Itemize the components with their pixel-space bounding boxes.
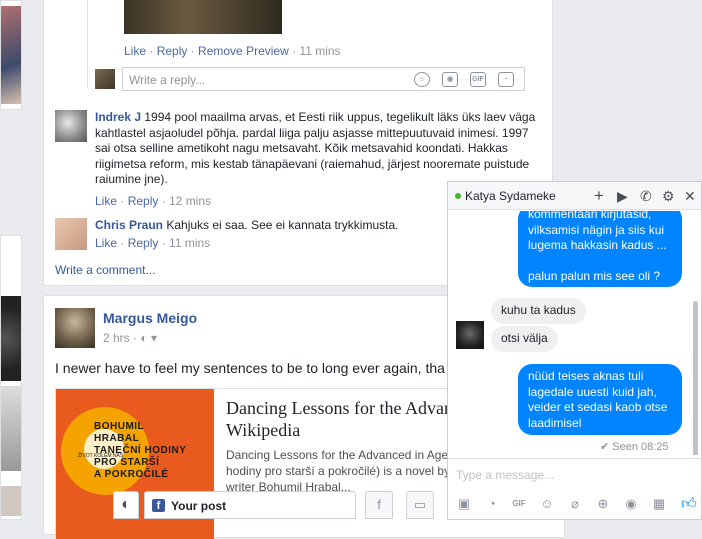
chat-contact-name[interactable]: Katya Sydameke xyxy=(465,189,556,203)
like-thumb-icon[interactable]: 👍︎ xyxy=(681,496,697,512)
seen-status: ✔ Seen 08:25 xyxy=(600,440,669,453)
seen-text: Seen 08:25 xyxy=(612,441,669,453)
left-card-bottom xyxy=(0,235,22,520)
facebook-icon: f xyxy=(152,499,165,512)
photo-icon[interactable]: ▣ xyxy=(456,496,472,512)
message-input[interactable]: Type a message... xyxy=(448,458,701,488)
check-icon: ✔ xyxy=(600,441,610,453)
reply-link[interactable]: Reply xyxy=(128,236,159,250)
sticker-icon[interactable]: ◔ xyxy=(484,496,500,512)
your-post-tab[interactable]: f Your post xyxy=(144,491,356,519)
comment-actions: Like · Reply · 11 mins xyxy=(95,236,211,250)
like-link[interactable]: Like xyxy=(124,44,146,58)
like-link[interactable]: Like xyxy=(95,194,117,208)
gear-icon[interactable]: ⚙ xyxy=(662,188,675,204)
notifications-globe-icon[interactable]: ◐ xyxy=(113,491,139,519)
comment-actions: Like · Reply · 12 mins xyxy=(95,194,212,208)
camera-icon[interactable]: ◉ xyxy=(623,496,639,512)
reply-link[interactable]: Reply xyxy=(128,194,159,208)
attachment-icon[interactable]: ⌀ xyxy=(567,496,583,512)
comment-time: 11 mins xyxy=(299,44,341,58)
reply-row: Write a reply... ☺ ◉ GIF ◔ xyxy=(95,67,526,91)
post-time[interactable]: 2 hrs xyxy=(103,331,130,345)
comment-time: 11 mins xyxy=(169,236,211,250)
gif-icon[interactable]: GIF xyxy=(511,496,527,512)
comment-time: 12 mins xyxy=(169,194,212,208)
message-list[interactable]: kommentaari kirjutasid, vilksamisi nägin… xyxy=(448,211,701,455)
video-call-icon[interactable]: ▶ xyxy=(617,188,628,204)
sticker-icon[interactable]: ◔ xyxy=(498,72,514,87)
chat-toolbar: ▣ ◔ GIF ☺ ⌀ ⊕ ◉ ▦ 👍︎ xyxy=(448,488,701,521)
left-column xyxy=(0,0,24,520)
preview-comment-actions: Like · Reply · Remove Preview · 11 mins xyxy=(124,44,341,58)
cover-line: TANEČNÍ HODINY xyxy=(94,445,187,456)
left-card-top xyxy=(0,0,22,110)
cover-line: PRO STARŠÍ xyxy=(94,457,160,468)
preview-thumbnail[interactable] xyxy=(124,0,282,34)
cover-line: BOHUMIL xyxy=(94,421,145,432)
chat-bubbles-icon[interactable]: ▭ xyxy=(406,491,434,519)
remove-preview-link[interactable]: Remove Preview xyxy=(198,44,289,58)
chat-scrollbar[interactable] xyxy=(693,301,698,455)
gif-icon[interactable]: GIF xyxy=(470,72,486,87)
camera-icon[interactable]: ◉ xyxy=(442,72,458,87)
reply-input[interactable]: Write a reply... ☺ ◉ GIF ◔ xyxy=(122,67,525,91)
post-author[interactable]: Margus Meigo xyxy=(103,310,197,326)
reply-link[interactable]: Reply xyxy=(157,44,188,58)
online-status-icon xyxy=(455,193,461,199)
comment-text: 1994 pool maailma arvas, et Eesti riik u… xyxy=(95,110,536,186)
game-icon[interactable]: ⊕ xyxy=(595,496,611,512)
chevron-down-icon[interactable]: ▾ xyxy=(151,331,157,345)
write-comment-link[interactable]: Write a comment... xyxy=(55,263,155,277)
your-post-label: Your post xyxy=(171,499,227,513)
comment-item: Indrek J 1994 pool maailma arvas, et Ees… xyxy=(55,110,550,190)
message-placeholder: Type a message... xyxy=(456,468,555,482)
avatar[interactable] xyxy=(55,110,87,142)
contact-avatar[interactable] xyxy=(456,321,484,349)
like-link[interactable]: Like xyxy=(95,236,117,250)
reply-placeholder: Write a reply... xyxy=(129,73,206,87)
cover-line: HRABAL xyxy=(94,433,140,444)
comment-author[interactable]: Chris Praun xyxy=(95,218,163,232)
close-icon[interactable]: ✕ xyxy=(684,188,696,204)
message-bubble-incoming: otsi välja xyxy=(491,326,558,352)
message-bubble-outgoing: nüüd teises aknas tuli lagedale uuesti k… xyxy=(518,364,682,435)
post-meta: 2 hrs · ◐ ▾ xyxy=(103,331,157,345)
add-person-icon[interactable]: + xyxy=(594,187,604,204)
cover-title: BOHUMIL HRABAL TANEČNÍ HODINY PRO STARŠÍ… xyxy=(94,421,186,481)
comment-author[interactable]: Indrek J xyxy=(95,110,141,124)
chat-header[interactable]: Katya Sydameke + ▶ ✆ ⚙ ✕ xyxy=(448,182,701,210)
left-photo xyxy=(1,6,21,104)
message-bubble-incoming: kuhu ta kadus xyxy=(491,298,586,324)
emoji-icon[interactable]: ☺ xyxy=(539,496,555,512)
cover-line: A POKROČILÉ xyxy=(94,469,169,480)
post-text: I newer have to feel my sentences to be … xyxy=(55,360,445,376)
bottom-dock: ◐ f Your post f ▭ xyxy=(113,489,446,520)
avatar[interactable] xyxy=(55,218,87,250)
left-photo-2 xyxy=(1,296,21,381)
message-bubble-outgoing: kommentaari kirjutasid, vilksamisi nägin… xyxy=(518,211,682,287)
chat-window: Katya Sydameke + ▶ ✆ ⚙ ✕ kommentaari kir… xyxy=(447,181,702,520)
calendar-icon[interactable]: ▦ xyxy=(651,496,667,512)
facebook-page-icon[interactable]: f xyxy=(365,491,393,519)
left-photo-3 xyxy=(1,386,21,471)
phone-icon[interactable]: ✆ xyxy=(640,188,652,204)
avatar xyxy=(95,69,115,89)
left-photo-4 xyxy=(1,486,21,516)
avatar[interactable] xyxy=(55,308,95,348)
thread-line xyxy=(87,0,88,88)
comment-body: Indrek J 1994 pool maailma arvas, et Ees… xyxy=(95,110,540,188)
audience-globe-icon[interactable]: ◐ xyxy=(140,331,147,345)
emoji-icon[interactable]: ☺ xyxy=(414,72,430,87)
comment-text: Kahjuks ei saa. See ei kannata trykkimus… xyxy=(166,218,399,232)
